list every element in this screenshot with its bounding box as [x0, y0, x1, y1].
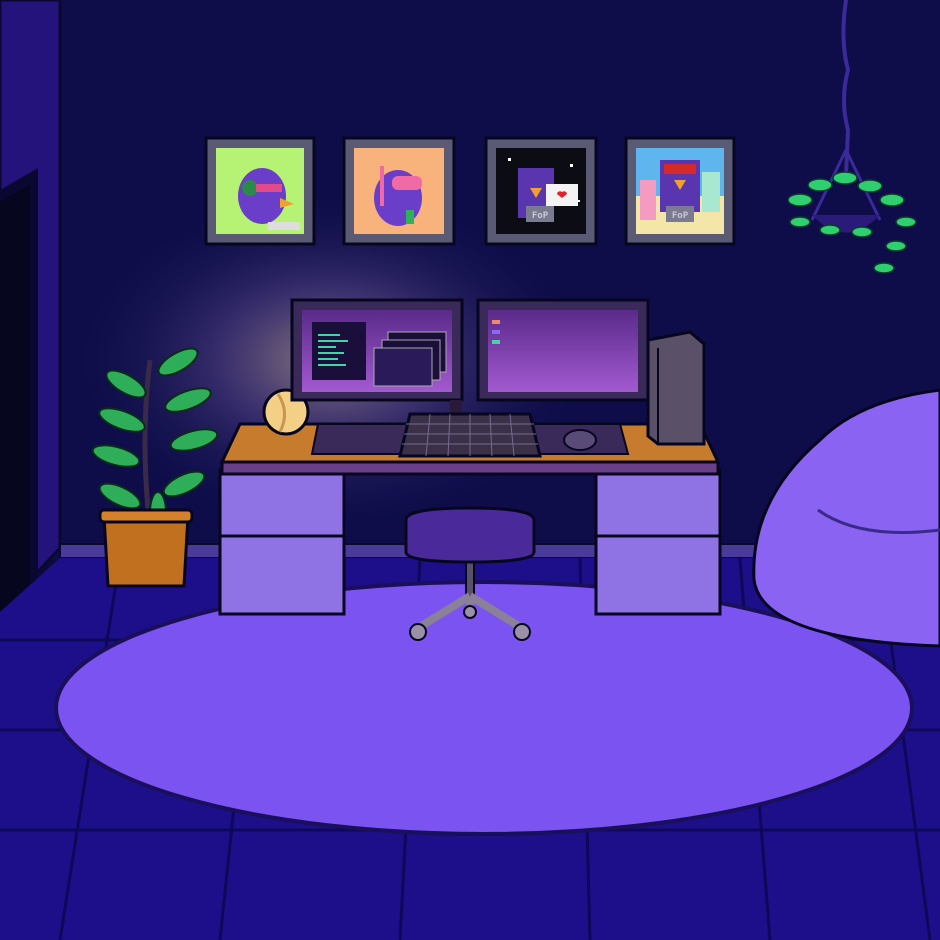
- cozy-room-scene: FoP FoP: [0, 0, 940, 940]
- round-rug: [54, 580, 914, 836]
- mouse: [563, 429, 597, 451]
- wall-art-2: [342, 136, 456, 246]
- monitor-right: [476, 298, 650, 402]
- frame-badge: FoP: [672, 211, 689, 221]
- terminal-window: [312, 322, 366, 380]
- parrot-icon: [238, 168, 286, 224]
- drawer-unit-left: [218, 468, 346, 616]
- wall-art-4: FoP: [624, 136, 736, 246]
- doorway: [0, 168, 38, 618]
- pc-tower: [646, 330, 706, 446]
- wall-art-1: [204, 136, 316, 246]
- frame-badge: FoP: [532, 211, 549, 221]
- drawer-unit-right: [594, 468, 722, 616]
- keyboard: [398, 412, 542, 458]
- wall-art-3: FoP: [484, 136, 598, 246]
